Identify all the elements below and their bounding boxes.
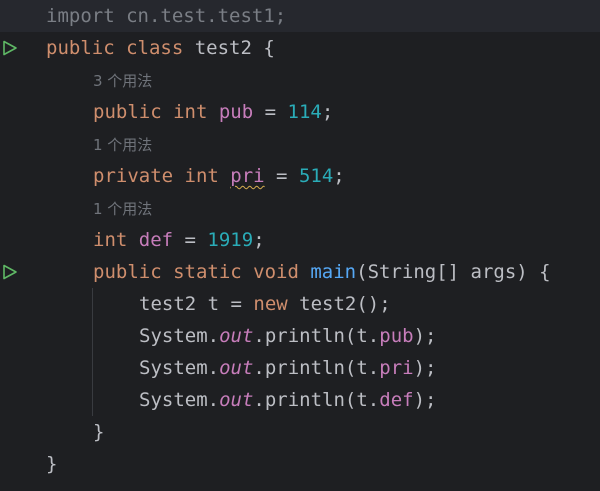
code-editor[interactable]: import cn.test.test1; public class test2 … <box>0 0 600 491</box>
code-token: = <box>253 101 288 123</box>
code-token: pub <box>379 325 414 347</box>
code-token: ; <box>333 165 345 187</box>
code-line: System.out.println(t.pri); <box>0 352 600 384</box>
code-line: } <box>0 416 600 448</box>
code-line: test2 t = new test2(); <box>0 288 600 320</box>
code-line: int def = 1919; <box>0 224 600 256</box>
code-token: 114 <box>287 101 322 123</box>
code-token: int <box>184 165 231 187</box>
code-token: private <box>93 165 185 187</box>
code-token: ); <box>413 357 437 379</box>
code-token: void <box>253 261 311 283</box>
code-token: def <box>138 229 174 251</box>
code-token: import cn.test.test1; <box>46 5 287 27</box>
code-line: public int pub = 114; <box>0 96 600 128</box>
code-token: .println(t. <box>253 325 380 347</box>
code-token: ); <box>413 325 437 347</box>
usage-hint[interactable]: 1 个用法 <box>93 200 152 218</box>
code-token: out <box>219 325 254 347</box>
code-token: public <box>93 101 174 123</box>
code-line: private int pri = 514; <box>0 160 600 192</box>
code-token: pri <box>379 357 414 379</box>
usage-hint[interactable]: 3 个用法 <box>93 72 152 90</box>
code-line: public static void main(String[] args) { <box>0 256 600 288</box>
code-token: int <box>173 101 219 123</box>
code-line: System.out.println(t.pub); <box>0 320 600 352</box>
code-token: System. <box>139 389 220 411</box>
code-token: public <box>93 261 174 283</box>
code-token: 514 <box>298 165 334 187</box>
code-token: 1919 <box>207 229 254 251</box>
code-token: test2 t = <box>139 293 254 315</box>
code-token: } <box>93 421 105 443</box>
code-token: test2 { <box>194 37 275 59</box>
code-token: .println(t. <box>253 357 380 379</box>
code-token: def <box>379 389 414 411</box>
code-token: ); <box>413 389 437 411</box>
code-token: System. <box>139 357 220 379</box>
usage-hint[interactable]: 1 个用法 <box>93 136 152 154</box>
usage-hint-line[interactable]: 1 个用法 <box>0 192 600 224</box>
code-token: out <box>219 389 254 411</box>
code-token: test2(); <box>299 293 391 315</box>
code-token: static <box>173 261 254 283</box>
code-token: public <box>46 37 127 59</box>
code-line: } <box>0 448 600 480</box>
code-token: System. <box>139 325 220 347</box>
code-token: .println(t. <box>253 389 380 411</box>
code-line: System.out.println(t.def); <box>0 384 600 416</box>
code-token: new <box>253 293 300 315</box>
code-token: = <box>173 229 208 251</box>
code-token: pub <box>218 101 254 123</box>
code-token: ; <box>321 101 334 123</box>
code-token: = <box>264 165 299 187</box>
code-token: } <box>46 453 58 475</box>
code-token: class <box>126 37 195 59</box>
code-token: main <box>310 261 357 283</box>
code-token: pri <box>230 165 265 187</box>
code-token: ; <box>253 229 265 251</box>
usage-hint-line[interactable]: 3 个用法 <box>0 64 600 96</box>
code-token: int <box>93 229 139 251</box>
code-line: public class test2 { <box>0 32 600 64</box>
code-token: out <box>219 357 254 379</box>
usage-hint-line[interactable]: 1 个用法 <box>0 128 600 160</box>
code-line: import cn.test.test1; <box>0 0 600 32</box>
code-token: (String[] args) { <box>356 261 551 283</box>
